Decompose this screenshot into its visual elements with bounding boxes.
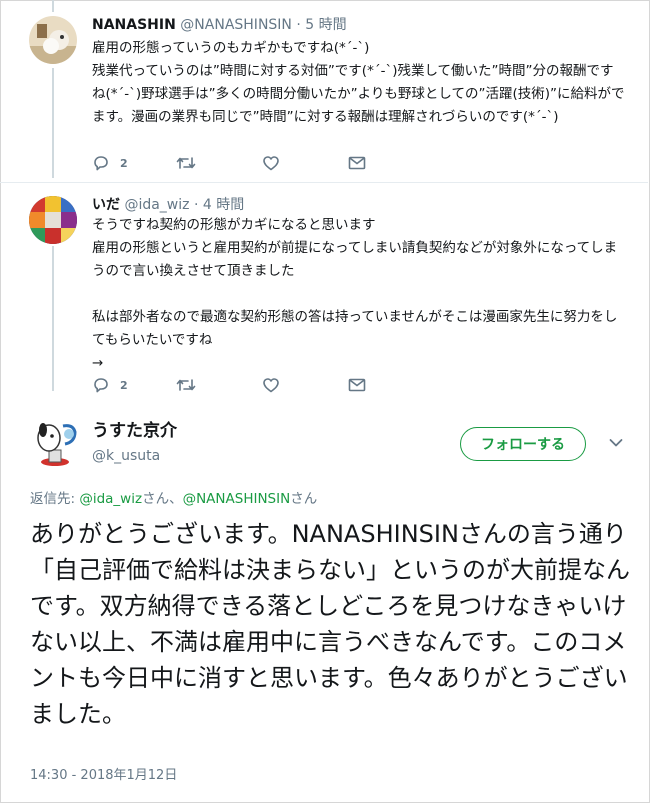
reply-icon [94,378,108,393]
handle[interactable]: @NANASHINSIN [180,17,292,33]
display-name[interactable]: NANASHIN [92,17,176,33]
avatar[interactable] [29,16,77,64]
reply-button[interactable]: 2 [92,154,128,172]
follow-button[interactable]: フォローする [460,427,586,461]
reply-count: 2 [120,156,128,170]
display-name[interactable]: いだ [92,197,120,213]
tweet-text: ありがとうございます。NANASHINSINさんの言う通り「自己評価で給料は決ま… [30,520,630,728]
avatar[interactable] [29,416,81,468]
tweet-time[interactable]: 4 時間 [203,197,244,213]
divider [0,182,648,183]
handle[interactable]: @ida_wiz [124,197,189,213]
retweet-icon [176,379,196,391]
reply-mention-link[interactable]: @ida_wiz [79,491,142,507]
retweet-button[interactable] [176,154,196,172]
reply-mention-link[interactable]: @NANASHINSIN [183,491,291,507]
tweet-time[interactable]: 5 時間 [305,17,346,33]
handle[interactable]: @k_usuta [92,447,160,465]
like-icon [263,378,279,393]
thread-line [52,246,54,391]
like-button[interactable] [262,376,280,394]
replying-separator: さん、 [142,491,183,507]
replying-to: 返信先: @ida_wizさん、@NANASHINSINさん [30,490,317,508]
tweet-text: そうですね契約の形態がカギになると思います 雇用の形態というと雇用契約が前提にな… [92,217,618,371]
tweet-text: 雇用の形態っていうのもカギかもですね(*´-`) 残業代っていうのは”時間に対す… [92,40,625,125]
replying-label: 返信先: [30,491,80,507]
retweet-icon [176,157,196,169]
tweet-header: いだ @ida_wiz · 4 時間 [92,197,245,213]
more-options-button[interactable] [605,432,627,454]
tweet-header: NANASHIN @NANASHINSIN · 5 時間 [92,17,347,33]
reply-count: 2 [120,378,128,392]
avatar[interactable] [29,196,77,244]
display-name[interactable]: うすた京介 [92,420,177,442]
like-button[interactable] [262,154,280,172]
message-button[interactable] [347,376,367,394]
message-icon [348,156,366,170]
chevron-down-icon [609,439,623,447]
thread-line [52,68,54,178]
reply-icon [94,156,108,171]
message-button[interactable] [347,154,367,172]
replying-suffix: さん [290,491,318,507]
message-icon [348,378,366,392]
tweet-actions: 2 [92,376,392,396]
like-icon [263,156,279,171]
reply-button[interactable]: 2 [92,376,128,394]
tweet-actions: 2 [92,154,392,174]
retweet-button[interactable] [176,376,196,394]
timestamp[interactable]: 14:30 - 2018年1月12日 [30,768,177,784]
thread-line [52,0,54,12]
